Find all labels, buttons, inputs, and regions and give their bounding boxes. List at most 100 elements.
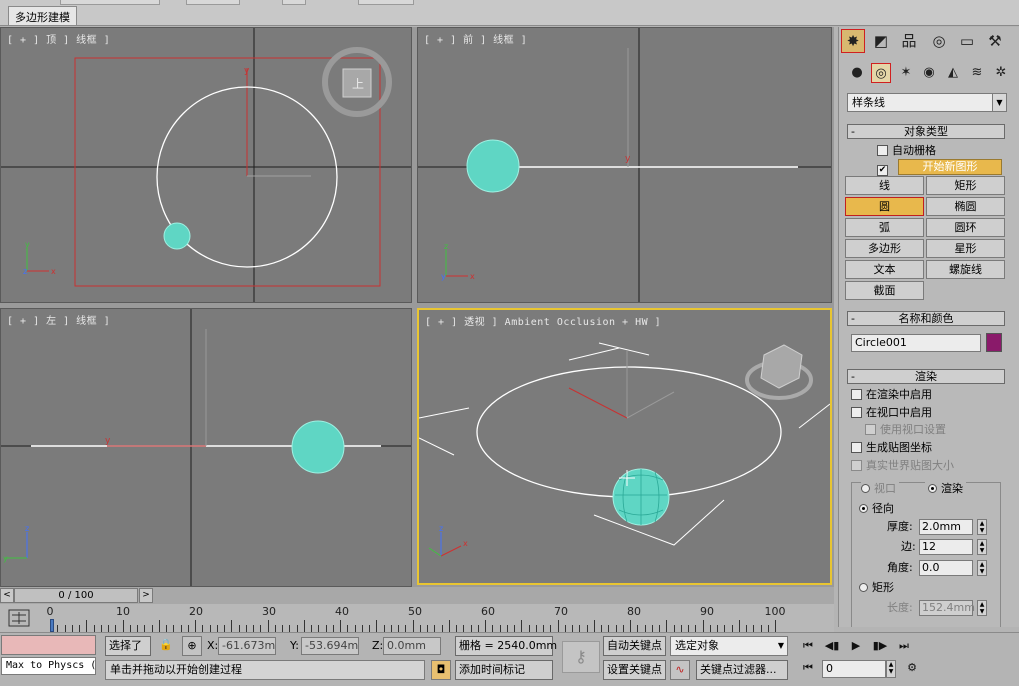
selection-set-dropdown[interactable]: 选定对象 ▼ — [670, 636, 788, 656]
real-world-map-checkbox[interactable]: 真实世界贴图大小 — [851, 458, 954, 473]
star-button[interactable]: 星形 — [926, 239, 1005, 258]
key-mode-toggle-icon[interactable]: ⏮ — [797, 659, 819, 677]
x-coordinate-field[interactable]: -61.673mm — [218, 637, 276, 655]
time-slider[interactable]: < 0 / 100 > — [0, 587, 834, 604]
frame-spinner[interactable]: ▲ ▼ — [886, 660, 896, 678]
length-spinner[interactable]: ▲ ▼ — [977, 600, 987, 616]
helix-button[interactable]: 螺旋线 — [926, 260, 1005, 279]
ribbon-tab-poly-modeling[interactable]: 多边形建模 — [8, 6, 77, 25]
generate-mapping-checkbox[interactable]: 生成贴图坐标 — [851, 440, 932, 455]
viewport-radio-label: 视口 — [874, 482, 896, 495]
absolute-transform-icon[interactable]: ⊕ — [182, 636, 202, 656]
text-button[interactable]: 文本 — [845, 260, 924, 279]
sides-spinner[interactable]: ▲ ▼ — [977, 539, 987, 555]
key-mode-icon[interactable]: ∿ — [670, 660, 690, 680]
tick-label: 70 — [554, 605, 568, 618]
enable-in-viewport-checkbox[interactable]: 在视口中启用 — [851, 405, 932, 420]
hierarchy-tab-icon[interactable]: 品 — [897, 29, 921, 53]
use-viewport-settings-checkbox[interactable]: 使用视口设置 — [865, 422, 946, 437]
ngon-button[interactable]: 多边形 — [845, 239, 924, 258]
ribbon-tab-ghost[interactable] — [282, 0, 306, 5]
viewport-radio[interactable]: 视口 — [861, 481, 899, 496]
viewport-top-label[interactable]: [ + ] 顶 ] 线框 ] — [7, 31, 110, 46]
rendering-title: 渲染 — [915, 370, 937, 383]
current-frame-field[interactable]: 0 — [822, 660, 886, 678]
track-bar-ruler[interactable]: 0 10 20 30 40 50 60 70 80 90 100 — [47, 604, 786, 632]
current-frame-marker[interactable] — [50, 619, 54, 632]
z-coordinate-field[interactable]: 0.0mm — [383, 637, 441, 655]
key-icon[interactable]: ⚷ — [562, 641, 600, 673]
start-new-shape-checkbox[interactable]: ✔ — [877, 159, 892, 176]
rectangular-radio[interactable]: 矩形 — [859, 580, 894, 595]
y-coordinate-field[interactable]: -53.694mm — [301, 637, 359, 655]
ribbon-tab-ghost[interactable] — [186, 0, 240, 5]
circle-button[interactable]: 圆 — [845, 197, 924, 216]
radial-radio[interactable]: 径向 — [859, 501, 894, 516]
rectangle-button[interactable]: 矩形 — [926, 176, 1005, 195]
systems-icon[interactable]: ✲ — [991, 63, 1011, 83]
object-name-field[interactable]: Circle001 — [851, 334, 981, 352]
name-color-rollout-header[interactable]: - 名称和颜色 — [847, 311, 1005, 326]
time-slider-next-button[interactable]: > — [139, 588, 153, 603]
object-color-swatch[interactable] — [986, 333, 1002, 352]
arc-button[interactable]: 弧 — [845, 218, 924, 237]
time-tag-icon[interactable]: ◘ — [431, 660, 451, 680]
lights-icon[interactable]: ✶ — [896, 63, 916, 83]
geometry-icon[interactable]: ● — [847, 63, 867, 83]
set-key-button[interactable]: 设置关键点 — [603, 660, 666, 680]
time-configuration-icon[interactable]: ⚙ — [901, 659, 923, 677]
enable-in-renderer-checkbox[interactable]: 在渲染中启用 — [851, 387, 932, 402]
svg-text:x: x — [470, 272, 475, 281]
modify-tab-icon[interactable]: ◩ — [869, 29, 893, 53]
mini-curve-editor-icon[interactable] — [8, 608, 30, 628]
line-button[interactable]: 线 — [845, 176, 924, 195]
maxscript-mini-listener[interactable] — [1, 635, 96, 655]
next-frame-icon[interactable]: ▮▶ — [869, 637, 891, 655]
sides-field[interactable]: 12 — [919, 539, 973, 555]
go-to-start-icon[interactable]: ⏮ — [797, 637, 819, 655]
viewport-perspective[interactable]: z x [ + ] 透视 ] Ambient Occlusion + HW ] — [417, 308, 832, 585]
create-tab-icon[interactable]: ✸ — [841, 29, 865, 53]
add-time-tag-button[interactable]: 添加时间标记 — [455, 660, 553, 680]
ellipse-button[interactable]: 椭圆 — [926, 197, 1005, 216]
selection-lock-icon[interactable]: 🔒 — [156, 636, 176, 656]
auto-grid-checkbox[interactable]: 自动栅格 — [877, 143, 936, 158]
motion-tab-icon[interactable]: ◎ — [927, 29, 951, 53]
length-field[interactable]: 152.4mm — [919, 600, 975, 616]
viewport-left[interactable]: y z y [ + ] 左 ] 线框 ] — [0, 308, 412, 587]
time-slider-prev-button[interactable]: < — [0, 588, 14, 603]
renderer-radio[interactable]: 渲染 — [925, 481, 966, 496]
maxscript-listener-output[interactable]: Max to Physcs ( — [1, 657, 96, 675]
time-slider-thumb[interactable]: 0 / 100 — [14, 588, 138, 603]
auto-key-button[interactable]: 自动关键点 — [603, 636, 666, 656]
viewport-front-label[interactable]: [ + ] 前 ] 线框 ] — [424, 31, 527, 46]
viewport-left-label[interactable]: [ + ] 左 ] 线框 ] — [7, 312, 110, 327]
rendering-rollout-header[interactable]: - 渲染 — [847, 369, 1005, 384]
viewport-perspective-label[interactable]: [ + ] 透视 ] Ambient Occlusion + HW ] — [425, 313, 661, 328]
shapes-icon[interactable]: ◎ — [871, 63, 891, 83]
angle-field[interactable]: 0.0 — [919, 560, 973, 576]
start-new-shape-button[interactable]: 开始新图形 — [898, 159, 1002, 175]
track-bar[interactable]: 0 10 20 30 40 50 60 70 80 90 100 — [0, 604, 834, 632]
display-tab-icon[interactable]: ▭ — [955, 29, 979, 53]
key-filters-button[interactable]: 关键点过滤器... — [696, 660, 788, 680]
angle-spinner[interactable]: ▲ ▼ — [977, 560, 987, 576]
section-button[interactable]: 截面 — [845, 281, 924, 300]
object-type-rollout-header[interactable]: - 对象类型 — [847, 124, 1005, 139]
ribbon-tab-ghost[interactable] — [358, 0, 414, 5]
thickness-spinner[interactable]: ▲ ▼ — [977, 519, 987, 535]
category-dropdown[interactable]: 样条线 ▼ — [847, 93, 1007, 112]
viewport-front[interactable]: y z x y [ + ] 前 ] 线框 ] — [417, 27, 832, 303]
space-warps-icon[interactable]: ≋ — [967, 63, 987, 83]
helpers-icon[interactable]: ◭ — [943, 63, 963, 83]
play-icon[interactable]: ▶ — [845, 637, 867, 655]
previous-frame-icon[interactable]: ◀▮ — [821, 637, 843, 655]
cameras-icon[interactable]: ◉ — [919, 63, 939, 83]
utilities-tab-icon[interactable]: ⚒ — [983, 29, 1007, 53]
viewport-top[interactable]: y 上 y x z [ + ] 顶 ] 线框 ] — [0, 27, 412, 303]
ribbon-tab-ghost[interactable] — [60, 0, 160, 5]
thickness-field[interactable]: 2.0mm — [919, 519, 973, 535]
y-label: Y: — [290, 639, 299, 652]
donut-button[interactable]: 圆环 — [926, 218, 1005, 237]
go-to-end-icon[interactable]: ⏭ — [893, 637, 915, 655]
